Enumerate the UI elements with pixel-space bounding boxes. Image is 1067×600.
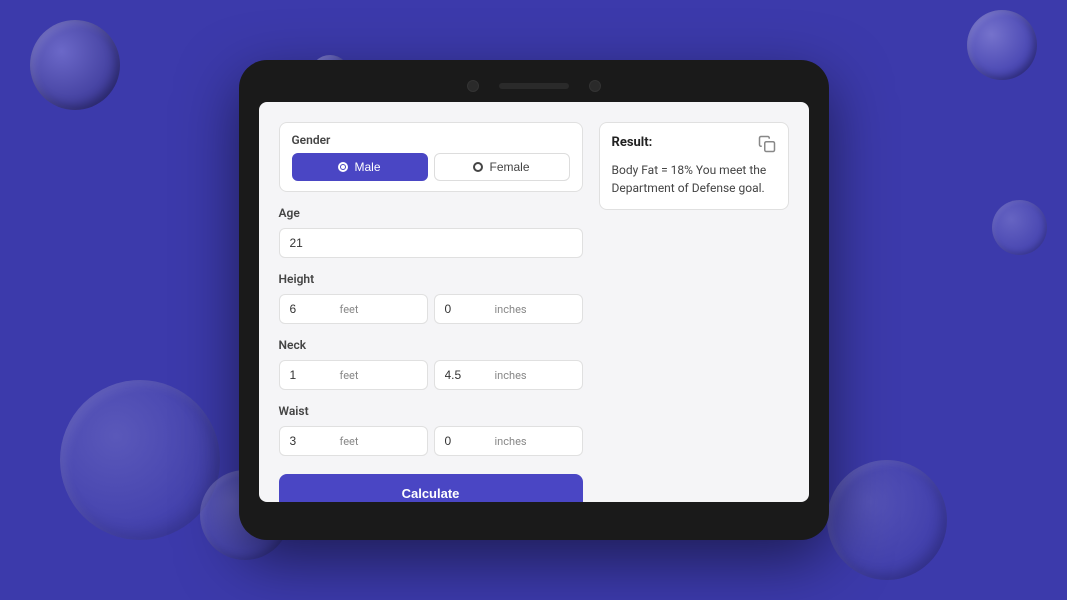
waist-feet-unit: feet: [340, 435, 367, 448]
neck-label: Neck: [279, 338, 583, 352]
result-title: Result:: [612, 135, 653, 150]
radio-male-icon: [338, 162, 348, 172]
neck-feet-unit: feet: [340, 369, 367, 382]
tablet-screen: Gender Male Female Age: [259, 102, 809, 502]
decorative-orb-3: [967, 10, 1037, 80]
copy-icon[interactable]: [758, 135, 776, 153]
neck-feet-group: feet: [279, 360, 428, 390]
waist-label: Waist: [279, 404, 583, 418]
neck-section: Neck feet inches: [279, 338, 583, 390]
gender-label: Gender: [292, 133, 570, 147]
waist-input-row: feet inches: [279, 426, 583, 456]
height-input-row: feet inches: [279, 294, 583, 324]
radio-female-icon: [473, 162, 483, 172]
age-input[interactable]: [279, 228, 583, 258]
tablet-device: Gender Male Female Age: [239, 60, 829, 540]
decorative-orb-1: [30, 20, 120, 110]
neck-inches-input[interactable]: [435, 361, 495, 389]
height-section: Height feet inches: [279, 272, 583, 324]
tablet-speaker: [499, 83, 569, 89]
waist-feet-group: feet: [279, 426, 428, 456]
waist-feet-input[interactable]: [280, 427, 340, 455]
gender-male-button[interactable]: Male: [292, 153, 428, 181]
tablet-sensor: [589, 80, 601, 92]
result-text: Body Fat = 18% You meet the Department o…: [612, 161, 776, 197]
neck-feet-input[interactable]: [280, 361, 340, 389]
height-inches-input[interactable]: [435, 295, 495, 323]
neck-input-row: feet inches: [279, 360, 583, 390]
waist-section: Waist feet inches: [279, 404, 583, 456]
waist-inches-unit: inches: [495, 435, 535, 448]
age-section: Age: [279, 206, 583, 258]
result-panel: Result: Body Fat = 18% You meet the Depa…: [599, 122, 789, 210]
decorative-orb-4: [60, 380, 220, 540]
neck-inches-unit: inches: [495, 369, 535, 382]
calculate-button[interactable]: Calculate: [279, 474, 583, 502]
gender-section: Gender Male Female: [279, 122, 583, 192]
tablet-front-camera: [467, 80, 479, 92]
gender-male-label: Male: [354, 160, 380, 174]
tablet-top-bar: [259, 80, 809, 92]
result-header: Result:: [612, 135, 776, 153]
height-inches-unit: inches: [495, 303, 535, 316]
height-feet-input[interactable]: [280, 295, 340, 323]
neck-inches-group: inches: [434, 360, 583, 390]
gender-female-label: Female: [489, 160, 529, 174]
height-inches-group: inches: [434, 294, 583, 324]
age-label: Age: [279, 206, 583, 220]
height-feet-unit: feet: [340, 303, 367, 316]
form-panel: Gender Male Female Age: [279, 122, 583, 482]
waist-inches-input[interactable]: [435, 427, 495, 455]
gender-female-button[interactable]: Female: [434, 153, 570, 181]
decorative-orb-7: [992, 200, 1047, 255]
height-label: Height: [279, 272, 583, 286]
gender-toggle-group: Male Female: [292, 153, 570, 181]
height-feet-group: feet: [279, 294, 428, 324]
waist-inches-group: inches: [434, 426, 583, 456]
decorative-orb-6: [827, 460, 947, 580]
